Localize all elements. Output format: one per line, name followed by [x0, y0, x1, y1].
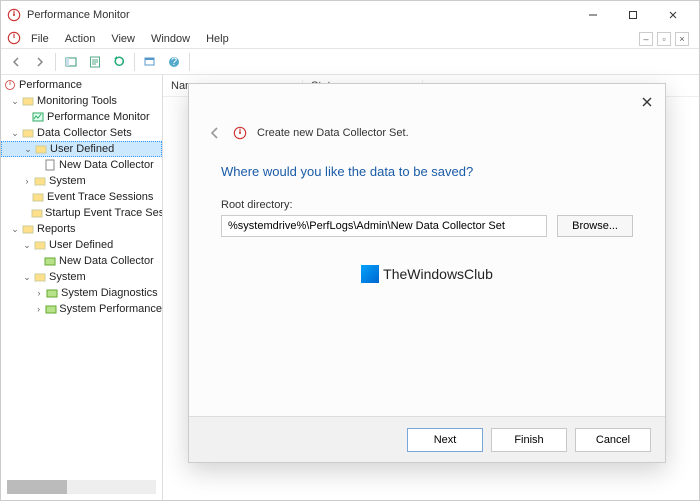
mdi-restore-button[interactable]: ▫ — [657, 32, 671, 46]
maximize-button[interactable] — [613, 1, 653, 29]
tree-performance-monitor[interactable]: Performance Monitor — [1, 109, 162, 125]
window-title: Performance Monitor — [27, 9, 573, 21]
navigation-tree[interactable]: Performance ⌄Monitoring Tools Performanc… — [1, 75, 162, 476]
collapse-icon[interactable]: ⌄ — [9, 224, 21, 235]
tree-system-performance[interactable]: ›System Performance — [1, 301, 162, 317]
root-directory-label: Root directory: — [221, 199, 633, 211]
perfmon-icon — [7, 8, 21, 22]
minimize-button[interactable] — [573, 1, 613, 29]
browse-button[interactable]: Browse... — [557, 215, 633, 237]
wizard-dialog: Create new Data Collector Set. Where wou… — [188, 83, 666, 463]
separator-icon — [189, 53, 190, 71]
tree-event-trace-sessions[interactable]: Event Trace Sessions — [1, 189, 162, 205]
tree-reports-new-data-collector[interactable]: New Data Collector — [1, 253, 162, 269]
toolbar-new-window-button[interactable] — [139, 51, 161, 73]
menu-window[interactable]: Window — [143, 31, 198, 47]
separator-icon — [134, 53, 135, 71]
watermark: TheWindowsClub — [189, 265, 665, 283]
menu-help[interactable]: Help — [198, 31, 237, 47]
dialog-heading: Where would you like the data to be save… — [189, 146, 665, 179]
mdi-minimize-button[interactable]: – — [639, 32, 653, 46]
svg-text:?: ? — [171, 56, 177, 68]
horizontal-scrollbar[interactable] — [7, 480, 156, 494]
dialog-close-button[interactable] — [639, 94, 655, 110]
next-button[interactable]: Next — [407, 428, 483, 452]
finish-button[interactable]: Finish — [491, 428, 567, 452]
cancel-button[interactable]: Cancel — [575, 428, 651, 452]
toolbar-properties-button[interactable] — [84, 51, 106, 73]
menu-view[interactable]: View — [103, 31, 143, 47]
titlebar: Performance Monitor — [1, 1, 699, 29]
tree-reports-user-defined[interactable]: ⌄User Defined — [1, 237, 162, 253]
separator-icon — [55, 53, 56, 71]
collapse-icon[interactable]: ⌄ — [21, 272, 33, 283]
scrollbar-thumb[interactable] — [7, 480, 67, 494]
dialog-header: Create new Data Collector Set. — [189, 120, 665, 146]
expand-icon[interactable]: › — [33, 304, 44, 314]
mdi-close-button[interactable]: × — [675, 32, 689, 46]
menubar: File Action View Window Help – ▫ × — [1, 29, 699, 49]
dialog-title: Create new Data Collector Set. — [257, 127, 409, 139]
collapse-icon[interactable]: ⌄ — [22, 144, 34, 155]
tree-user-defined[interactable]: ⌄User Defined — [1, 141, 162, 157]
tree-reports[interactable]: ⌄Reports — [1, 221, 162, 237]
tree-monitoring-tools[interactable]: ⌄Monitoring Tools — [1, 93, 162, 109]
menu-action[interactable]: Action — [57, 31, 104, 47]
watermark-text: TheWindowsClub — [383, 266, 493, 282]
perfmon-icon — [233, 126, 247, 140]
tree-root[interactable]: Performance — [1, 77, 162, 93]
dialog-form: Root directory: Browse... — [189, 179, 665, 237]
perfmon-menu-icon — [7, 31, 21, 47]
wizard-back-button[interactable] — [207, 125, 223, 141]
expand-icon[interactable]: › — [21, 176, 33, 186]
collapse-icon[interactable]: ⌄ — [21, 240, 33, 251]
toolbar: ? — [1, 49, 699, 75]
tree-panel: Performance ⌄Monitoring Tools Performanc… — [1, 75, 163, 500]
tree-data-collector-sets[interactable]: ⌄Data Collector Sets — [1, 125, 162, 141]
collapse-icon[interactable]: ⌄ — [9, 96, 21, 107]
root-directory-input[interactable] — [221, 215, 547, 237]
tree-system[interactable]: ›System — [1, 173, 162, 189]
tree-reports-system[interactable]: ⌄System — [1, 269, 162, 285]
toolbar-help-button[interactable]: ? — [163, 51, 185, 73]
toolbar-refresh-button[interactable] — [108, 51, 130, 73]
collapse-icon[interactable]: ⌄ — [9, 128, 21, 139]
toolbar-show-hide-button[interactable] — [60, 51, 82, 73]
toolbar-back-button[interactable] — [5, 51, 27, 73]
close-button[interactable] — [653, 1, 693, 29]
tree-new-data-collector[interactable]: New Data Collector — [1, 157, 162, 173]
menu-file[interactable]: File — [23, 31, 57, 47]
dialog-titlebar — [189, 84, 665, 120]
toolbar-forward-button[interactable] — [29, 51, 51, 73]
expand-icon[interactable]: › — [33, 288, 45, 298]
watermark-logo-icon — [361, 265, 379, 283]
tree-system-diagnostics[interactable]: ›System Diagnostics — [1, 285, 162, 301]
tree-startup-event-trace-sessions[interactable]: Startup Event Trace Sess — [1, 205, 162, 221]
dialog-footer: Next Finish Cancel — [189, 416, 665, 462]
